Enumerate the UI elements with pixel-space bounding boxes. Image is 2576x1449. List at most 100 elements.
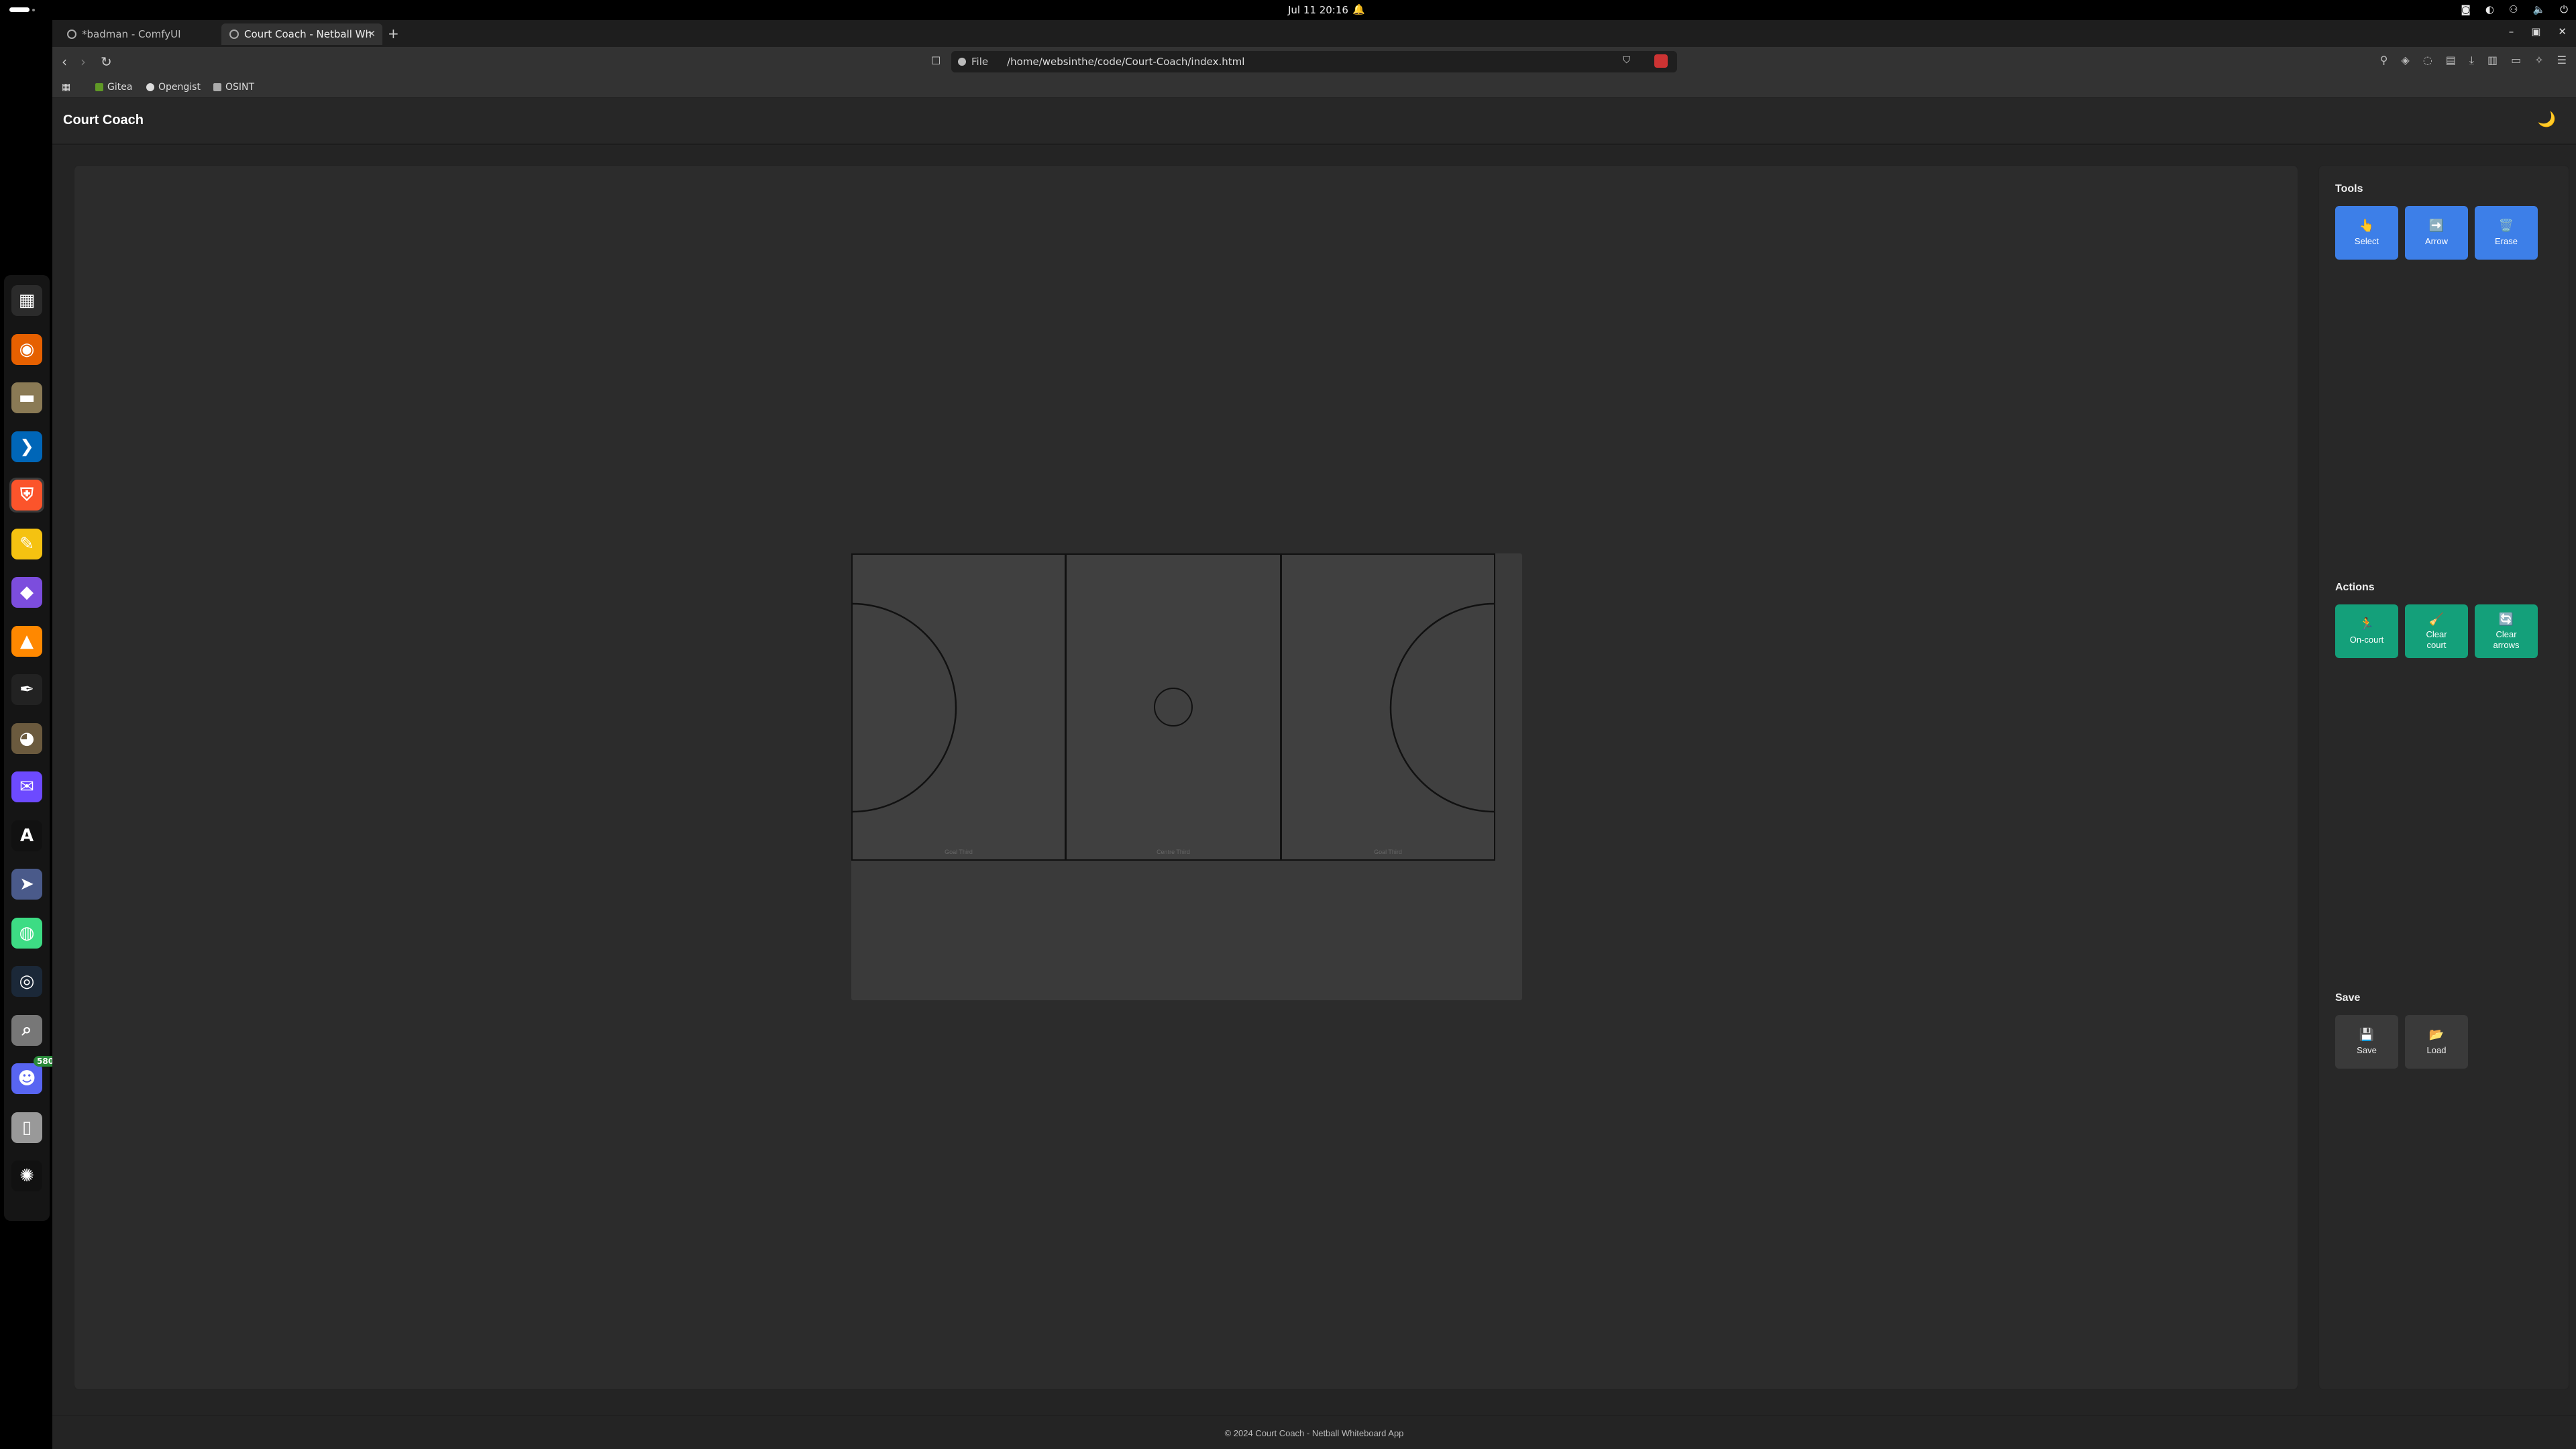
firefox-icon-glyph: ◉ — [11, 333, 42, 365]
footer-text: © 2024 Court Coach - Netball Whiteboard … — [1224, 1428, 1404, 1438]
court-coach-page: Court Coach 🌙 Goal Third Centre Third Go… — [52, 98, 2576, 1449]
workspace-switcher-icon-glyph: ▦ — [11, 285, 42, 316]
globe-icon — [229, 30, 239, 39]
minimize-button[interactable]: – — [2509, 25, 2514, 38]
android-studio-icon[interactable]: ◍ — [9, 916, 44, 951]
workspace-switcher-icon[interactable]: ▦ — [9, 283, 44, 318]
save-button[interactable]: 💾 Save — [2335, 1015, 2398, 1069]
bookmark-label: Opengist — [158, 82, 201, 93]
gitea-icon — [95, 83, 103, 91]
bell-icon[interactable]: 🔔 — [1352, 3, 1365, 15]
address-bar[interactable]: File /home/websinthe/code/Court-Coach/in… — [951, 51, 1677, 72]
workspace-indicator[interactable] — [32, 9, 35, 11]
inkscape-icon[interactable]: ✒ — [9, 672, 44, 707]
firefox-icon[interactable]: ◉ — [9, 332, 44, 367]
tab-court-coach[interactable]: Court Coach - Netball Wh ✕ — [221, 23, 382, 45]
new-tab-button[interactable]: + — [388, 25, 399, 42]
tab-title: Court Coach - Netball Wh — [244, 28, 372, 40]
activities-button[interactable] — [9, 7, 30, 12]
network-icon[interactable]: ⚇ — [2509, 3, 2518, 15]
info-icon[interactable] — [958, 58, 966, 66]
steam-icon[interactable]: ◎ — [9, 964, 44, 999]
wallet-icon[interactable]: ▭ — [2511, 54, 2521, 67]
vlc-icon-glyph: ▲ — [11, 625, 42, 657]
floppy-disk-icon: 💾 — [2359, 1028, 2375, 1042]
chat-icon[interactable]: ◌ — [2423, 54, 2432, 67]
bookmarks-bar: ▦ Gitea Opengist OSINT — [52, 76, 2576, 98]
brave-rewards-icon[interactable] — [1654, 54, 1668, 68]
bookmark-opengist[interactable]: Opengist — [146, 82, 201, 93]
anytype-icon-glyph: A — [11, 820, 42, 851]
power-icon[interactable]: ⏻ — [2560, 3, 2568, 15]
extensions-icon[interactable]: ✧ — [2534, 54, 2543, 67]
bookmark-gitea[interactable]: Gitea — [95, 82, 132, 93]
search-tool-icon-glyph: ⌕ — [11, 1014, 42, 1046]
proton-mail-icon-glyph: ✉ — [11, 771, 42, 802]
load-button[interactable]: 📂 Load — [2405, 1015, 2468, 1069]
tab-title: *badman - ComfyUI — [82, 28, 181, 40]
url-text[interactable]: /home/websinthe/code/Court-Coach/index.h… — [1007, 56, 1244, 68]
sync-icon[interactable]: ◐ — [2485, 3, 2494, 15]
gimp-icon-glyph: ◕ — [11, 722, 42, 754]
actions-section-title: Actions — [2335, 582, 2375, 593]
runner-icon: 🏃 — [2359, 617, 2375, 631]
bookmark-osint[interactable]: OSINT — [213, 82, 254, 93]
maximize-button[interactable]: ▣ — [2531, 25, 2540, 38]
sidebar-icon[interactable]: ▥ — [2487, 54, 2498, 67]
gimp-icon[interactable]: ◕ — [9, 721, 44, 756]
blank-app-icon[interactable]: ▯ — [9, 1110, 44, 1145]
vpn-icon[interactable]: ⚲ — [2380, 54, 2388, 67]
system-tray[interactable]: ◙ ◐ ⚇ 🔈 ⏻ — [2461, 3, 2568, 15]
close-window-button[interactable]: ✕ — [2558, 25, 2567, 38]
forward-icon[interactable]: › — [80, 54, 86, 70]
toolbar-icons: ⚲ ◈ ◌ ▤ ⤓ ▥ ▭ ✧ ☰ — [2380, 54, 2567, 67]
bookmark-icon[interactable]: ☐ — [931, 54, 941, 67]
clear-court-button[interactable]: 🧹 Clear court — [2405, 604, 2468, 658]
brave-icon[interactable]: ⛨ — [9, 478, 44, 513]
netball-court[interactable]: Goal Third Centre Third Goal Third — [851, 553, 1522, 1000]
anytype-icon[interactable]: A — [9, 818, 44, 853]
save-section-title: Save — [2335, 992, 2361, 1004]
reader-icon[interactable]: ▤ — [2446, 54, 2456, 67]
clear-arrows-button[interactable]: 🔄 Clear arrows — [2475, 604, 2538, 658]
button-label: Load — [2426, 1045, 2447, 1055]
search-tool-icon[interactable]: ⌕ — [9, 1013, 44, 1048]
trash-icon: 🗑️ — [2498, 219, 2514, 233]
theme-toggle-button[interactable]: 🌙 — [2538, 111, 2556, 128]
erase-tool-button[interactable]: 🗑️ Erase — [2475, 206, 2538, 260]
discord-icon[interactable]: ☻ 580 — [9, 1056, 58, 1096]
control-sidebar: Tools 👆 Select ➡️ Arrow 🗑️ Erase Actions… — [2318, 165, 2569, 1390]
select-tool-button[interactable]: 👆 Select — [2335, 206, 2398, 260]
clock[interactable]: Jul 11 20:16 — [1288, 4, 1348, 16]
close-tab-icon[interactable]: ✕ — [368, 29, 376, 40]
tab-comfyui[interactable]: *badman - ComfyUI — [59, 23, 220, 45]
back-icon[interactable]: ‹ — [62, 54, 67, 70]
obsidian-icon[interactable]: ◆ — [9, 575, 44, 610]
arrow-right-icon: ➡️ — [2428, 219, 2445, 233]
whiteboard-area[interactable]: Goal Third Centre Third Goal Third — [74, 165, 2298, 1390]
apps-grid-icon[interactable]: ▦ — [62, 82, 70, 93]
discord-icon[interactable]: ◙ — [2461, 3, 2471, 15]
volume-icon[interactable]: 🔈 — [2532, 3, 2545, 15]
ubuntu-apps-icon[interactable]: ✺ — [9, 1159, 44, 1193]
menu-icon[interactable]: ☰ — [2557, 54, 2567, 67]
vscode-icon[interactable]: ❯ — [9, 429, 44, 464]
navigation-bar: ‹ › ↻ ☐ File /home/websinthe/code/Court-… — [52, 47, 2576, 76]
pointer-icon: 👆 — [2359, 219, 2375, 233]
leo-icon[interactable]: ◈ — [2402, 54, 2410, 67]
dock: ▦ ◉ ▬ ❯ ⛨ ✎ ◆ ▲ ✒ ◕ ✉ A ➤ ◍ ◎ ⌕ ☻ 580 ▯ ✺ — [0, 20, 58, 1449]
download-icon[interactable]: ⤓ — [2469, 54, 2474, 67]
text-editor-icon[interactable]: ✎ — [9, 527, 44, 561]
court-canvas[interactable]: Goal Third Centre Third Goal Third — [851, 553, 1522, 1000]
reload-icon[interactable]: ↻ — [101, 54, 112, 70]
arrow-tool-button[interactable]: ➡️ Arrow — [2405, 206, 2468, 260]
proton-mail-icon[interactable]: ✉ — [9, 769, 44, 804]
files-icon[interactable]: ▬ — [9, 380, 44, 415]
brave-shield-icon[interactable]: ⛉ — [1623, 55, 1631, 66]
button-label: Save — [2357, 1045, 2377, 1055]
terminal-forward-icon[interactable]: ➤ — [9, 867, 44, 902]
vlc-icon[interactable]: ▲ — [9, 624, 44, 659]
on-court-button[interactable]: 🏃 On-court — [2335, 604, 2398, 658]
obsidian-icon-glyph: ◆ — [11, 577, 42, 608]
window-controls: – ▣ ✕ — [2509, 25, 2567, 38]
